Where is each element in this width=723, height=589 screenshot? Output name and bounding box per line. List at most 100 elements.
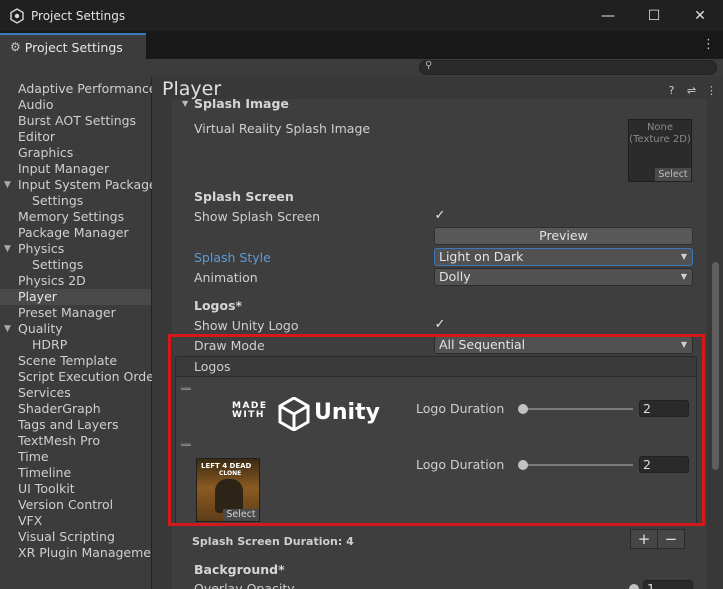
foldout-arrow-icon[interactable]: ▼ bbox=[182, 99, 188, 108]
vr-splash-image-field[interactable]: None (Texture 2D) Select bbox=[628, 119, 692, 182]
foldout-arrow-icon[interactable]: ▼ bbox=[4, 241, 11, 257]
close-button[interactable]: ✕ bbox=[677, 0, 723, 31]
nav-item-label: Script Execution Order bbox=[18, 369, 160, 384]
nav-item[interactable]: Tags and Layers bbox=[0, 417, 151, 433]
nav-item-label: VFX bbox=[18, 513, 43, 528]
nav-item[interactable]: Visual Scripting bbox=[0, 529, 151, 545]
nav-item-label: Version Control bbox=[18, 497, 114, 512]
nav-item-label: Visual Scripting bbox=[18, 529, 115, 544]
show-splash-screen-label: Show Splash Screen bbox=[194, 209, 321, 224]
remove-logo-button[interactable]: − bbox=[657, 529, 685, 549]
nav-item[interactable]: Scene Template bbox=[0, 353, 151, 369]
nav-item[interactable]: UI Toolkit bbox=[0, 481, 151, 497]
logo-duration-slider-knob[interactable] bbox=[518, 460, 528, 470]
nav-item[interactable]: Audio bbox=[0, 97, 151, 113]
chevron-down-icon: ▼ bbox=[680, 272, 687, 281]
nav-item[interactable]: Services bbox=[0, 385, 151, 401]
preset-sliders-icon[interactable]: ⇌ bbox=[686, 84, 697, 97]
splash-image-section-label[interactable]: Splash Image bbox=[194, 99, 289, 111]
logo-thumbnail-figure bbox=[215, 479, 243, 513]
show-unity-logo-label: Show Unity Logo bbox=[194, 318, 299, 333]
help-icon[interactable]: ? bbox=[666, 84, 677, 97]
splash-style-label: Splash Style bbox=[194, 250, 271, 265]
drag-handle-icon[interactable]: ══ bbox=[181, 442, 191, 451]
show-splash-screen-checkbox[interactable]: ✓ bbox=[433, 209, 447, 223]
nav-item[interactable]: ▼ Quality bbox=[0, 321, 151, 337]
show-unity-logo-checkbox[interactable]: ✓ bbox=[433, 318, 447, 332]
gear-icon: ⚙ bbox=[10, 40, 21, 54]
nav-item[interactable]: Settings bbox=[0, 193, 151, 209]
tab-strip: ⚙ Project Settings ⋮ bbox=[0, 31, 723, 59]
foldout-arrow-icon[interactable]: ▼ bbox=[4, 321, 11, 337]
overlay-opacity-field[interactable]: 1 bbox=[643, 580, 693, 589]
add-logo-button[interactable]: + bbox=[630, 529, 658, 549]
minimize-button[interactable]: — bbox=[585, 0, 631, 31]
kebab-menu-icon[interactable]: ⋮ bbox=[706, 84, 717, 97]
thumbnail-title-line1: LEFT 4 DEAD bbox=[201, 462, 252, 470]
nav-item-label: Editor bbox=[18, 129, 55, 144]
nav-item[interactable]: ▼ Input System Package bbox=[0, 177, 157, 193]
texture-none-label: None bbox=[646, 122, 674, 133]
scrollbar-thumb[interactable] bbox=[712, 262, 719, 470]
overlay-opacity-slider-knob[interactable] bbox=[629, 584, 639, 589]
nav-item[interactable]: Adaptive Performance bbox=[0, 81, 157, 97]
nav-item[interactable]: Timeline bbox=[0, 465, 151, 481]
foldout-arrow-icon[interactable]: ▼ bbox=[4, 177, 11, 193]
nav-item-label: Input Manager bbox=[18, 161, 110, 176]
nav-item[interactable]: Player bbox=[0, 289, 151, 305]
nav-item-label: Audio bbox=[18, 97, 54, 112]
nav-item[interactable]: Burst AOT Settings bbox=[0, 113, 151, 129]
texture-select-button[interactable]: Select bbox=[655, 168, 691, 181]
nav-item[interactable]: Memory Settings bbox=[0, 209, 151, 225]
animation-dropdown[interactable]: Dolly ▼ bbox=[434, 268, 693, 286]
overlay-opacity-label: Overlay Opacity bbox=[194, 581, 295, 589]
nav-item-label: Tags and Layers bbox=[18, 417, 119, 432]
logo-duration-slider-knob[interactable] bbox=[518, 404, 528, 414]
window-title-bar: Project Settings — ☐ ✕ bbox=[0, 0, 723, 31]
vr-splash-image-label: Virtual Reality Splash Image bbox=[194, 121, 371, 136]
nav-item[interactable]: Graphics bbox=[0, 145, 151, 161]
maximize-button[interactable]: ☐ bbox=[631, 0, 677, 31]
chevron-down-icon: ▼ bbox=[680, 252, 687, 261]
logo-duration-label: Logo Duration bbox=[416, 457, 505, 472]
search-input[interactable]: ⚲ bbox=[419, 60, 717, 75]
nav-item[interactable]: Package Manager bbox=[0, 225, 151, 241]
nav-item-label: Settings bbox=[32, 193, 84, 208]
vertical-scrollbar[interactable] bbox=[711, 102, 719, 587]
logos-list: Logos ══ MADE WITH Unity Logo Duration 2 … bbox=[175, 356, 697, 526]
nav-item[interactable]: ShaderGraph bbox=[0, 401, 151, 417]
logo-duration-slider-track[interactable] bbox=[521, 408, 633, 410]
nav-item-label: XR Plugin Management bbox=[18, 545, 164, 560]
tab-label: Project Settings bbox=[24, 39, 123, 55]
drag-handle-icon[interactable]: ══ bbox=[181, 386, 191, 395]
nav-item[interactable]: Version Control bbox=[0, 497, 151, 513]
nav-item[interactable]: VFX bbox=[0, 513, 151, 529]
nav-item[interactable]: Preset Manager bbox=[0, 305, 151, 321]
logo-duration-field[interactable]: 2 bbox=[639, 456, 689, 473]
logo-duration-slider-track[interactable] bbox=[521, 464, 633, 466]
tab-project-settings[interactable]: ⚙ Project Settings bbox=[0, 33, 146, 59]
thumbnail-select-button[interactable]: Select bbox=[223, 509, 259, 521]
nav-item[interactable]: Editor bbox=[0, 129, 151, 145]
nav-item-label: HDRP bbox=[32, 337, 68, 352]
splash-style-dropdown[interactable]: Light on Dark ▼ bbox=[434, 248, 693, 266]
nav-item[interactable]: Time bbox=[0, 449, 151, 465]
preview-button[interactable]: Preview bbox=[434, 227, 693, 245]
logo-duration-field[interactable]: 2 bbox=[639, 400, 689, 417]
kebab-menu-icon[interactable]: ⋮ bbox=[702, 37, 715, 52]
nav-item[interactable]: Physics 2D bbox=[0, 273, 151, 289]
nav-item[interactable]: TextMesh Pro bbox=[0, 433, 151, 449]
nav-item[interactable]: ▼ Physics bbox=[0, 241, 151, 257]
nav-item[interactable]: Settings bbox=[0, 257, 151, 273]
nav-item-label: TextMesh Pro bbox=[18, 433, 100, 448]
draw-mode-dropdown[interactable]: All Sequential ▼ bbox=[434, 336, 693, 354]
nav-item[interactable]: XR Plugin Management bbox=[0, 545, 164, 561]
settings-scroll-area: ▼ Splash Image Virtual Reality Splash Im… bbox=[172, 99, 707, 589]
logo-thumbnail-field[interactable]: LEFT 4 DEAD CLONE Select bbox=[196, 458, 260, 522]
chevron-down-icon: ▼ bbox=[680, 340, 687, 349]
nav-item[interactable]: HDRP bbox=[0, 337, 151, 353]
nav-item-label: Input System Package bbox=[18, 177, 157, 192]
inspector-panel: Player ? ⇌ ⋮ ▼ Splash Image Virtual Real… bbox=[152, 77, 723, 589]
nav-item[interactable]: Script Execution Order bbox=[0, 369, 159, 385]
nav-item[interactable]: Input Manager bbox=[0, 161, 151, 177]
